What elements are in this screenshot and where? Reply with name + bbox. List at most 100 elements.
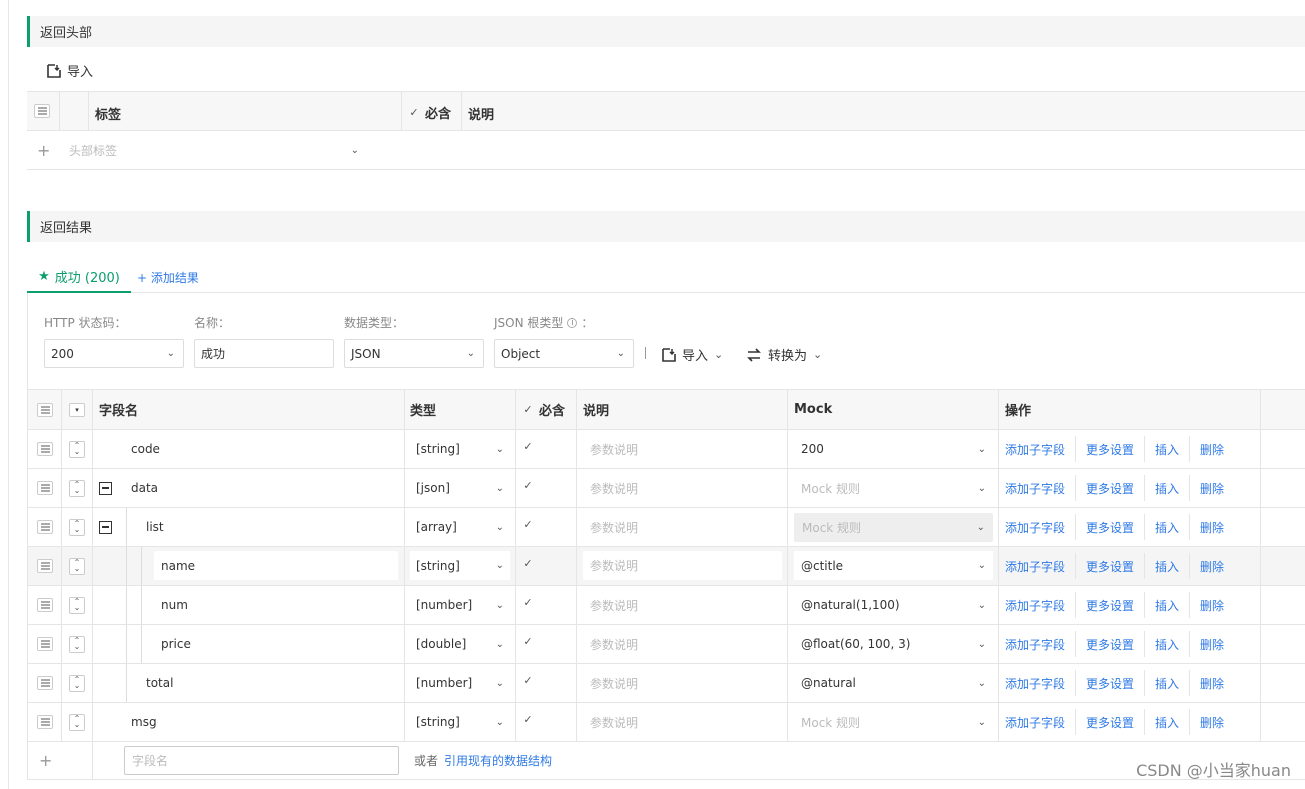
- new-field-input[interactable]: 字段名: [124, 746, 399, 775]
- delete-button[interactable]: 删除: [1200, 625, 1224, 663]
- insert-button[interactable]: 插入: [1155, 664, 1179, 702]
- field-name[interactable]: list: [146, 508, 164, 546]
- field-name-input[interactable]: name: [154, 551, 398, 580]
- required-checkbox[interactable]: ✓: [522, 430, 534, 468]
- tab-success[interactable]: ★ 成功 (200): [27, 262, 131, 293]
- desc-input[interactable]: 参数说明: [590, 625, 638, 663]
- required-checkbox[interactable]: ✓: [522, 508, 534, 546]
- convert-button[interactable]: 转换为 ⌄: [746, 345, 822, 364]
- more-settings-button[interactable]: 更多设置: [1086, 586, 1134, 624]
- field-name[interactable]: total: [146, 664, 173, 702]
- insert-button[interactable]: 插入: [1155, 586, 1179, 624]
- insert-button[interactable]: 插入: [1155, 625, 1179, 663]
- row-drag-handle[interactable]: ⌃ ⌄: [69, 625, 85, 663]
- plus-icon[interactable]: +: [37, 141, 50, 160]
- more-settings-button[interactable]: 更多设置: [1086, 703, 1134, 741]
- data-type-select[interactable]: JSON ⌄: [344, 339, 484, 368]
- desc-input[interactable]: 参数说明: [590, 703, 638, 741]
- row-menu-button[interactable]: [37, 430, 53, 468]
- field-name[interactable]: code: [131, 430, 160, 468]
- required-checkbox[interactable]: ✓: [522, 469, 534, 507]
- header-menu-button[interactable]: [34, 104, 50, 118]
- required-checkbox[interactable]: ✓: [522, 703, 534, 741]
- more-settings-button[interactable]: 更多设置: [1086, 469, 1134, 507]
- add-child-button[interactable]: 添加子字段: [1005, 586, 1065, 624]
- more-settings-button[interactable]: 更多设置: [1086, 547, 1134, 585]
- row-menu-button[interactable]: [37, 625, 53, 663]
- row-menu-button[interactable]: [37, 508, 53, 546]
- row-drag-handle[interactable]: ⌃ ⌄: [69, 703, 85, 741]
- reference-structure-link[interactable]: 引用现有的数据结构: [444, 752, 552, 769]
- row-drag-handle[interactable]: ⌃ ⌄: [69, 547, 85, 585]
- row-drag-handle[interactable]: ⌃ ⌄: [69, 586, 85, 624]
- field-name[interactable]: price: [161, 625, 191, 663]
- row-drag-handle[interactable]: ⌃ ⌄: [69, 469, 85, 507]
- mock-select[interactable]: @ctitle ⌄: [794, 551, 993, 580]
- field-name[interactable]: data: [131, 469, 158, 507]
- type-select[interactable]: [json] ⌄: [410, 469, 510, 507]
- add-child-button[interactable]: 添加子字段: [1005, 547, 1065, 585]
- desc-input[interactable]: 参数说明: [590, 508, 638, 546]
- insert-button[interactable]: 插入: [1155, 547, 1179, 585]
- add-child-button[interactable]: 添加子字段: [1005, 508, 1065, 546]
- row-menu-button[interactable]: [37, 469, 53, 507]
- desc-input[interactable]: 参数说明: [590, 664, 638, 702]
- delete-button[interactable]: 删除: [1200, 508, 1224, 546]
- type-select[interactable]: [double] ⌄: [410, 625, 510, 663]
- add-child-button[interactable]: 添加子字段: [1005, 469, 1065, 507]
- row-menu-button[interactable]: [37, 664, 53, 702]
- type-select[interactable]: [string] ⌄: [410, 551, 510, 580]
- delete-button[interactable]: 删除: [1200, 547, 1224, 585]
- collapse-toggle[interactable]: [99, 508, 112, 546]
- desc-input[interactable]: 参数说明: [590, 586, 638, 624]
- row-drag-handle[interactable]: ⌃ ⌄: [69, 430, 85, 468]
- delete-button[interactable]: 删除: [1200, 469, 1224, 507]
- add-child-button[interactable]: 添加子字段: [1005, 703, 1065, 741]
- grid-menu-button[interactable]: [37, 390, 53, 429]
- header-tag-select[interactable]: 头部标签 ⌄: [69, 131, 359, 170]
- required-checkbox[interactable]: ✓: [522, 625, 534, 663]
- grid-expand-button[interactable]: ▾: [69, 390, 85, 429]
- add-child-button[interactable]: 添加子字段: [1005, 664, 1065, 702]
- required-checkbox[interactable]: ✓: [522, 586, 534, 624]
- required-checkbox[interactable]: ✓: [522, 664, 534, 702]
- header-import-button[interactable]: 导入: [47, 61, 93, 80]
- insert-button[interactable]: 插入: [1155, 703, 1179, 741]
- more-settings-button[interactable]: 更多设置: [1086, 508, 1134, 546]
- row-menu-button[interactable]: [37, 703, 53, 741]
- type-select[interactable]: [string] ⌄: [410, 430, 510, 468]
- field-name[interactable]: msg: [131, 703, 157, 741]
- type-select[interactable]: [string] ⌄: [410, 703, 510, 741]
- http-status-select[interactable]: 200 ⌄: [44, 339, 184, 368]
- add-child-button[interactable]: 添加子字段: [1005, 430, 1065, 468]
- more-settings-button[interactable]: 更多设置: [1086, 625, 1134, 663]
- plus-icon[interactable]: +: [39, 742, 52, 779]
- field-name[interactable]: num: [161, 586, 188, 624]
- name-input[interactable]: 成功: [194, 339, 334, 368]
- collapse-toggle[interactable]: [99, 469, 112, 507]
- insert-button[interactable]: 插入: [1155, 508, 1179, 546]
- json-root-select[interactable]: Object ⌄: [494, 339, 634, 368]
- mock-select[interactable]: @natural(1,100) ⌄: [794, 586, 993, 624]
- header-col-required[interactable]: ✓ 必含: [408, 103, 451, 122]
- insert-button[interactable]: 插入: [1155, 430, 1179, 468]
- type-select[interactable]: [number] ⌄: [410, 664, 510, 702]
- row-menu-button[interactable]: [37, 547, 53, 585]
- desc-input[interactable]: 参数说明: [590, 469, 638, 507]
- type-select[interactable]: [number] ⌄: [410, 586, 510, 624]
- col-required[interactable]: ✓ 必含: [522, 390, 565, 429]
- desc-input[interactable]: 参数说明: [590, 430, 638, 468]
- more-settings-button[interactable]: 更多设置: [1086, 430, 1134, 468]
- mock-select[interactable]: @natural ⌄: [794, 664, 993, 702]
- mock-select[interactable]: 200 ⌄: [794, 430, 993, 468]
- result-import-button[interactable]: 导入 ⌄: [662, 345, 723, 364]
- desc-input[interactable]: 参数说明: [583, 551, 782, 580]
- row-drag-handle[interactable]: ⌃ ⌄: [69, 664, 85, 702]
- mock-select[interactable]: @float(60, 100, 3) ⌄: [794, 625, 993, 663]
- add-child-button[interactable]: 添加子字段: [1005, 625, 1065, 663]
- more-settings-button[interactable]: 更多设置: [1086, 664, 1134, 702]
- add-result-button[interactable]: + 添加结果: [137, 262, 199, 293]
- row-drag-handle[interactable]: ⌃ ⌄: [69, 508, 85, 546]
- delete-button[interactable]: 删除: [1200, 664, 1224, 702]
- row-menu-button[interactable]: [37, 586, 53, 624]
